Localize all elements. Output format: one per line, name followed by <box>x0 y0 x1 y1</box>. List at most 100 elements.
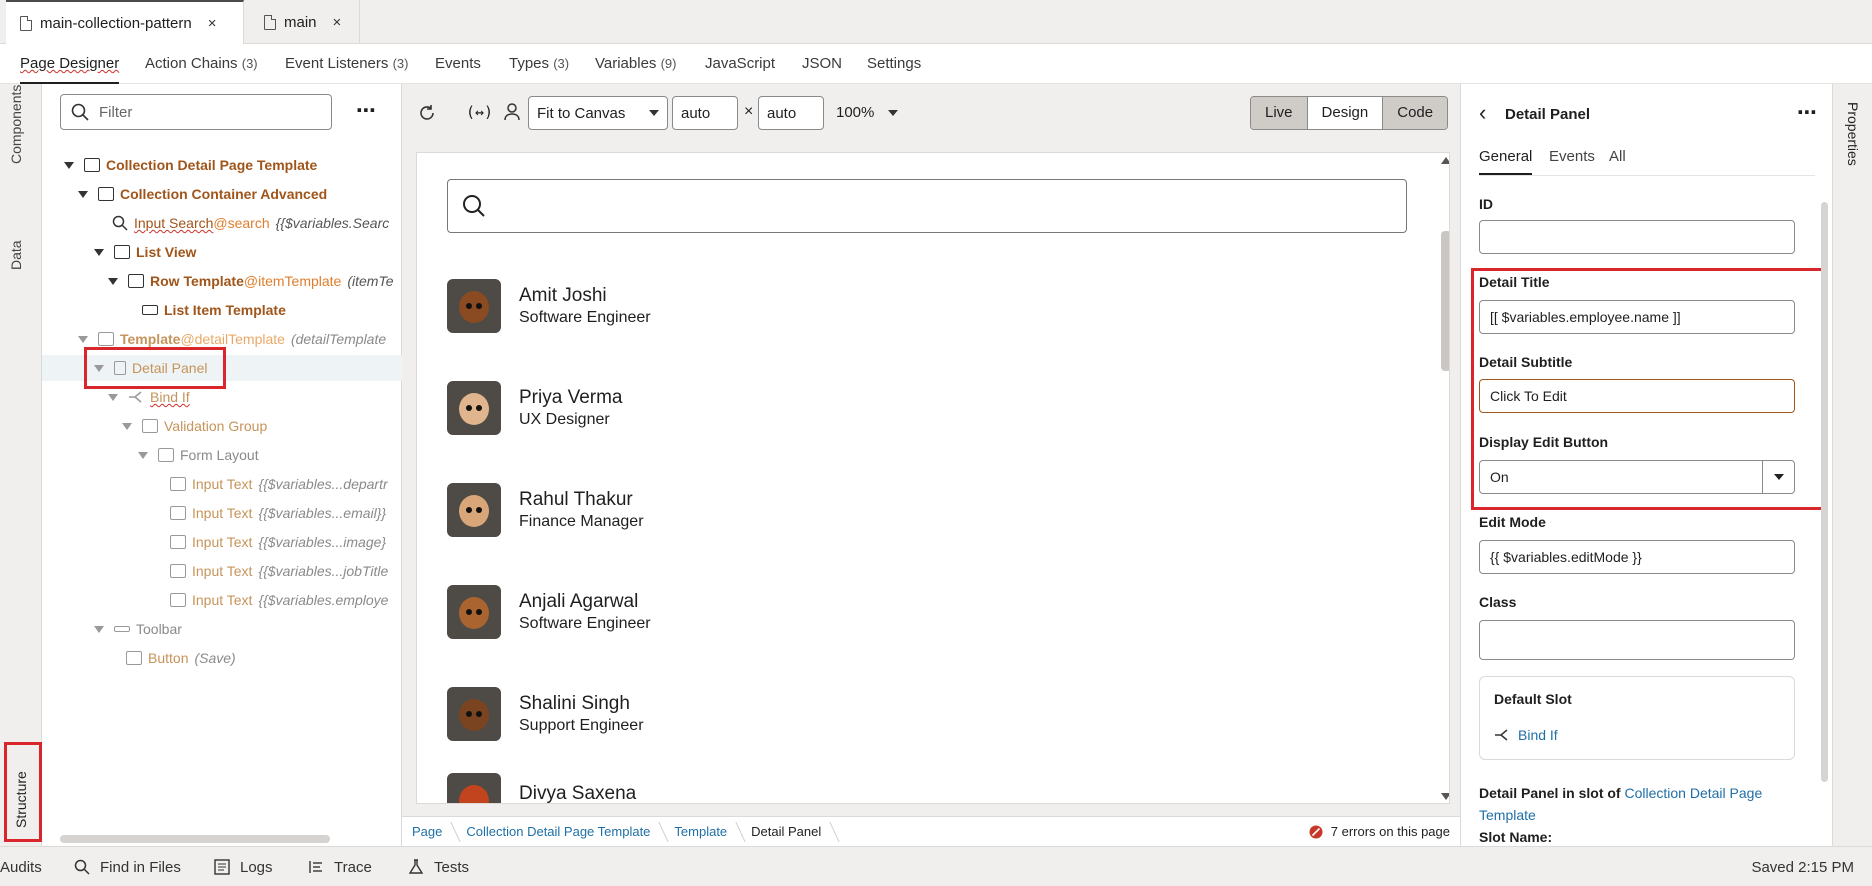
list-item[interactable]: Priya Verma UX Designer <box>447 381 622 435</box>
tree-node[interactable]: Input Text {{$variables...jobTitle <box>42 558 402 584</box>
filter-input[interactable]: Filter <box>60 94 332 130</box>
chevron-down-icon[interactable] <box>122 422 132 430</box>
tree-node[interactable]: Form Layout <box>42 442 402 468</box>
tree-node[interactable]: Input Text {{$variables.employe <box>42 587 402 613</box>
detail-subtitle-input[interactable]: Click To Edit <box>1479 379 1795 413</box>
refresh-icon[interactable] <box>418 104 436 122</box>
tab-settings[interactable]: Settings <box>867 44 921 84</box>
find-in-files-button[interactable]: Find in Files <box>74 847 181 886</box>
tab-general[interactable]: General <box>1479 148 1533 175</box>
tab-types[interactable]: Types (3) <box>509 44 569 84</box>
scroll-down-icon[interactable] <box>1441 793 1449 800</box>
tab-event-listeners[interactable]: Event Listeners (3) <box>285 44 408 84</box>
list-item[interactable]: Amit Joshi Software Engineer <box>447 279 651 333</box>
tree-node[interactable]: Validation Group <box>42 413 402 439</box>
chevron-down-icon[interactable] <box>94 248 104 256</box>
live-mode-button[interactable]: Live <box>1251 97 1308 129</box>
chevron-down-icon[interactable] <box>108 277 118 285</box>
tree-node[interactable]: Input Text {{$variables...image} <box>42 529 402 555</box>
tree-node-expression: {{$variables...jobTitle <box>258 563 389 579</box>
fit-to-canvas-select[interactable]: Fit to Canvas <box>528 96 668 130</box>
file-tab-main[interactable]: main × <box>250 0 360 44</box>
properties-tab[interactable]: Properties <box>1845 102 1861 166</box>
list-item[interactable]: Rahul Thakur Finance Manager <box>447 483 644 537</box>
input-text-icon <box>170 477 186 491</box>
chevron-down-icon[interactable] <box>94 625 104 633</box>
tab-javascript[interactable]: JavaScript <box>705 44 775 84</box>
canvas-search-input[interactable] <box>447 179 1407 233</box>
components-tab[interactable]: Components <box>8 85 24 164</box>
tree-node-label: List View <box>136 244 197 260</box>
tab-json[interactable]: JSON <box>802 44 842 84</box>
breadcrumb-collection-detail-page-template[interactable]: Collection Detail Page Template <box>456 824 664 839</box>
breadcrumb-page[interactable]: Page <box>402 824 456 839</box>
structure-tab[interactable]: Structure <box>13 771 29 828</box>
id-input[interactable] <box>1479 220 1795 254</box>
list-item[interactable]: Divya Saxena <box>447 773 636 803</box>
detail-title-input[interactable]: [[ $variables.employee.name ]] <box>1479 300 1795 334</box>
code-mode-button[interactable]: Code <box>1383 97 1448 129</box>
back-icon[interactable]: ‹ <box>1479 100 1486 126</box>
chevron-down-icon[interactable] <box>138 451 148 459</box>
tests-button[interactable]: Tests <box>408 847 469 886</box>
tree-node[interactable]: Input Text {{$variables...departr <box>42 471 402 497</box>
list-item[interactable]: Shalini Singh Support Engineer <box>447 687 644 741</box>
container-icon <box>98 187 114 201</box>
chevron-down-icon[interactable] <box>108 393 118 401</box>
class-input[interactable] <box>1479 620 1795 660</box>
tab-page-designer[interactable]: Page Designer <box>20 44 120 84</box>
trace-button[interactable]: Trace <box>308 847 372 886</box>
zoom-select[interactable]: 100% <box>836 104 899 121</box>
slot-info-link[interactable]: Template <box>1479 807 1536 823</box>
horizontal-scrollbar[interactable] <box>60 835 330 843</box>
avatar <box>447 585 501 639</box>
tree-node[interactable]: Collection Container Advanced <box>42 181 402 207</box>
tree-node[interactable]: Input Text {{$variables...email}} <box>42 500 402 526</box>
tab-label: JSON <box>802 55 843 72</box>
canvas-width-input[interactable]: auto <box>672 96 738 130</box>
saved-status: Saved 2:15 PM <box>1751 847 1854 886</box>
breadcrumb-template[interactable]: Template <box>664 824 741 839</box>
tab-label: Page Designer <box>20 55 120 72</box>
file-tab-main-collection-pattern[interactable]: main-collection-pattern × <box>6 0 244 45</box>
tree-node[interactable]: Bind If <box>42 384 402 410</box>
tab-variables[interactable]: Variables (9) <box>595 44 676 84</box>
errors-indicator[interactable]: 7 errors on this page <box>1309 824 1450 839</box>
properties-scrollbar[interactable] <box>1821 202 1828 782</box>
select-toggle[interactable] <box>1762 461 1794 493</box>
display-edit-button-select[interactable]: On <box>1479 460 1795 494</box>
tree-node[interactable]: List Item Template <box>42 297 402 323</box>
vertical-scrollbar[interactable] <box>1441 231 1449 371</box>
user-icon[interactable] <box>504 103 520 121</box>
more-options-icon[interactable]: ⋯ <box>356 98 376 123</box>
view-mode-toggle: Live Design Code <box>1250 96 1449 130</box>
data-tab[interactable]: Data <box>8 240 24 270</box>
tree-node[interactable]: Button (Save) <box>42 645 402 671</box>
more-options-icon[interactable]: ⋯ <box>1797 100 1817 125</box>
variables-icon[interactable]: (↔) <box>466 103 493 121</box>
tab-events[interactable]: Events <box>435 44 481 84</box>
close-icon[interactable]: × <box>333 14 342 31</box>
chevron-down-icon[interactable] <box>78 190 88 198</box>
tree-node[interactable]: List View <box>42 239 402 265</box>
canvas-height-input[interactable]: auto <box>758 96 824 130</box>
close-icon[interactable]: × <box>208 15 217 32</box>
scroll-up-icon[interactable] <box>1441 157 1449 164</box>
tree-node[interactable]: Row Template @itemTemplate (itemTe <box>42 268 402 294</box>
edit-mode-input[interactable]: {{ $variables.editMode }} <box>1479 540 1795 574</box>
default-slot-item[interactable]: Bind If <box>1494 727 1558 743</box>
tree-node[interactable]: Toolbar <box>42 616 402 642</box>
chevron-down-icon[interactable] <box>78 335 88 343</box>
audits-button[interactable]: Audits <box>0 847 42 886</box>
logs-button[interactable]: Logs <box>214 847 273 886</box>
tree-node[interactable]: Input Search @search {{$variables.Searc <box>42 210 402 236</box>
tree-node[interactable]: Collection Detail Page Template <box>42 152 402 178</box>
slot-info-link[interactable]: Collection Detail Page <box>1624 785 1762 801</box>
design-mode-button[interactable]: Design <box>1307 97 1384 129</box>
list-item[interactable]: Anjali Agarwal Software Engineer <box>447 585 651 639</box>
tab-action-chains[interactable]: Action Chains (3) <box>145 44 258 84</box>
tab-all[interactable]: All <box>1609 148 1626 165</box>
tab-events[interactable]: Events <box>1549 148 1595 165</box>
detail-title-label: Detail Title <box>1479 274 1550 290</box>
chevron-down-icon[interactable] <box>64 161 74 169</box>
